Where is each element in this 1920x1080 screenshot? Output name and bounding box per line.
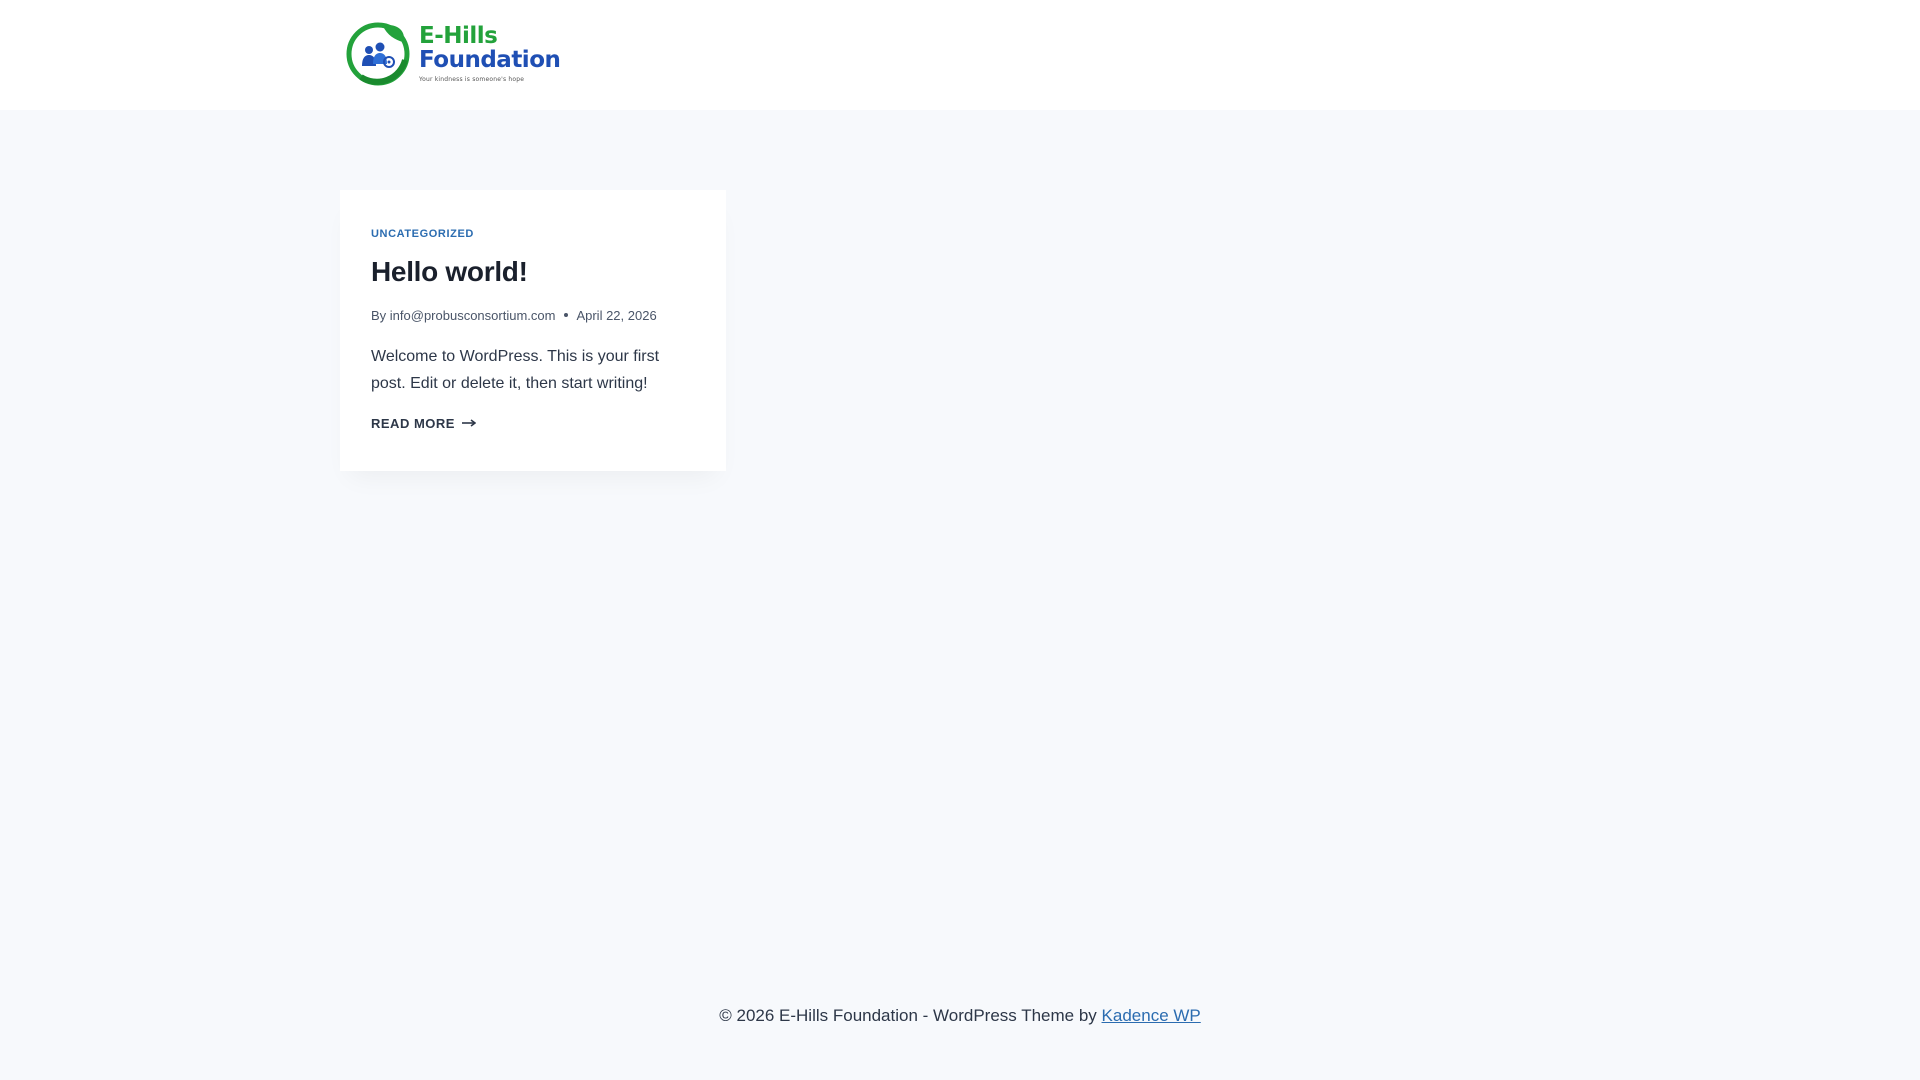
post-date: April 22, 2026 [576, 307, 657, 323]
read-more-label: Read More [371, 415, 455, 431]
site-footer: © 2026 E-Hills Foundation - WordPress Th… [0, 1006, 1920, 1026]
footer-theme-link[interactable]: Kadence WP [1102, 1006, 1201, 1025]
read-more-link[interactable]: Read More [371, 416, 476, 431]
meta-separator-dot [564, 313, 569, 318]
logo-tagline: Your kindness is someone's hope [419, 76, 525, 83]
logo-line-1: E-Hills [419, 23, 498, 49]
post-category-link[interactable]: Uncategorized [371, 228, 474, 240]
arrow-right-icon [461, 419, 476, 427]
site-logo-link[interactable]: E-Hills Foundation Your kindness is some… [345, 20, 561, 88]
post-meta-by: By [371, 307, 387, 323]
footer-copyright: © 2026 E-Hills Foundation - WordPress Th… [719, 1006, 1102, 1025]
post-title: Hello world! [371, 255, 695, 289]
foundation-logo-icon [346, 22, 410, 86]
post-meta: By info@probusconsortium.com April 22, 2… [371, 308, 695, 323]
post-author-link[interactable]: info@probusconsortium.com [390, 308, 556, 323]
post-card: Uncategorized Hello world! By info@probu… [340, 190, 726, 471]
logo-line-2: Foundation [419, 47, 561, 73]
site-header: E-Hills Foundation Your kindness is some… [0, 0, 1920, 110]
post-title-link[interactable]: Hello world! [371, 256, 528, 287]
post-excerpt: Welcome to WordPress. This is your first… [371, 347, 660, 392]
logo-wordmark: E-Hills Foundation Your kindness is some… [419, 23, 561, 83]
